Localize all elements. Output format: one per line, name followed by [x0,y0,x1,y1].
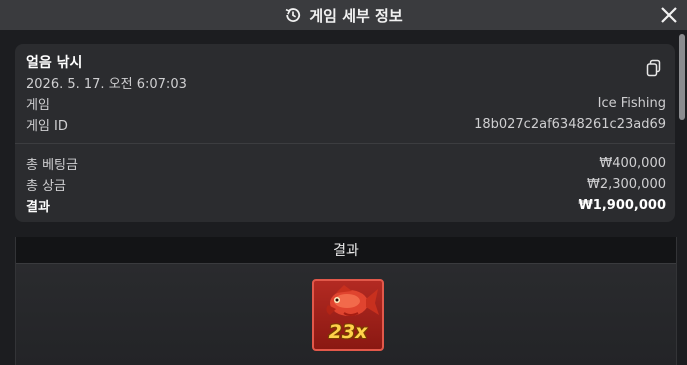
game-id-label: 게임 ID [26,118,68,134]
result-section: 결과 23x [15,237,677,365]
game-value: Ice Fishing [597,95,666,111]
total-prize-row: 총 상금 ₩2,300,000 [26,175,666,194]
game-name-row: 얼음 낚시 [26,53,666,71]
result-section-header: 결과 [16,237,676,264]
dialog-title-text: 게임 세부 정보 [309,6,403,25]
total-prize-value: ₩2,300,000 [586,176,666,192]
total-prize-label: 총 상금 [26,178,67,194]
result-tile: 23x [312,279,384,351]
datetime-row: 2026. 5. 17. 오전 6:07:03 [26,73,666,92]
result-row: 결과 ₩1,900,000 [26,196,666,215]
divider [15,143,675,144]
game-id-row: 게임 ID 18b027c2af6348261c23ad69 [26,115,666,134]
total-bet-label: 총 베팅금 [26,157,78,173]
close-icon [661,7,677,23]
total-bet-row: 총 베팅금 ₩400,000 [26,154,666,173]
scrollbar[interactable] [679,30,685,365]
result-body: 23x [16,264,676,365]
result-label: 결과 [26,199,50,215]
history-icon [284,6,302,24]
title-bar: 게임 세부 정보 [0,0,687,30]
dialog-title: 게임 세부 정보 [0,0,687,30]
game-label: 게임 [26,97,50,113]
tile-multiplier: 23x [328,321,368,343]
game-details-card: 얼음 낚시 2026. 5. 17. 오전 6:07:03 게임 Ice Fis… [15,44,675,222]
result-section-title: 결과 [333,243,359,259]
close-button[interactable] [659,5,679,25]
game-id-value: 18b027c2af6348261c23ad69 [474,116,666,132]
game-datetime: 2026. 5. 17. 오전 6:07:03 [26,76,187,92]
scroll-thumb[interactable] [679,34,685,120]
game-row: 게임 Ice Fishing [26,94,666,113]
total-bet-value: ₩400,000 [599,155,666,171]
game-name: 얼음 낚시 [26,55,83,71]
result-value: ₩1,900,000 [578,197,666,213]
